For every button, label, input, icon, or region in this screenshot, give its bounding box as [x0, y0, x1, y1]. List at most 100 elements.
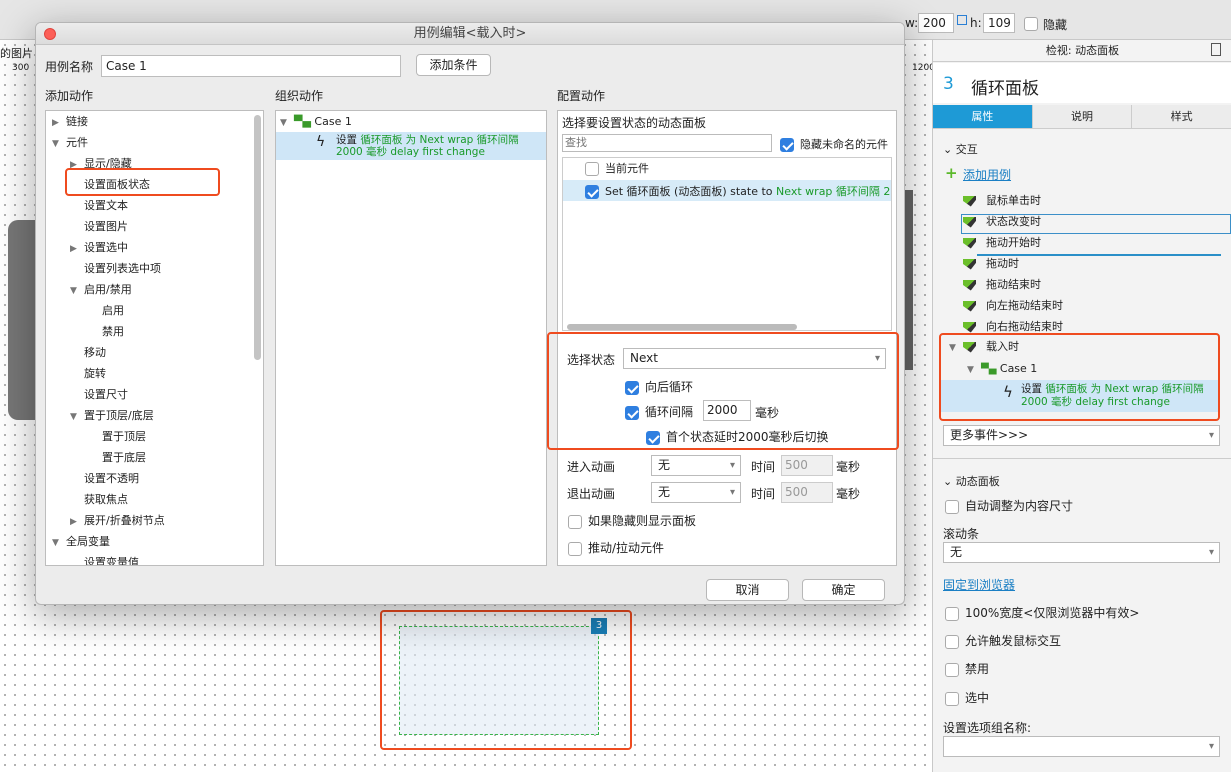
show-if-hidden-label: 如果隐藏则显示面板	[588, 514, 697, 528]
ok-button[interactable]: 确定	[802, 579, 885, 601]
cancel-button[interactable]: 取消	[706, 579, 789, 601]
tree-item[interactable]: 设置文本	[70, 195, 128, 216]
tree-item[interactable]: 移动	[70, 342, 106, 363]
event-item[interactable]: 拖动开始时	[963, 232, 1041, 253]
lightning-icon: ϟ	[1003, 383, 1013, 401]
canvas-image	[905, 190, 913, 370]
action-detail: 2000 毫秒 delay first change	[1021, 396, 1170, 408]
hidden-checkbox[interactable]	[1024, 16, 1038, 31]
selected-checkbox[interactable]	[945, 691, 959, 706]
widget-name[interactable]: 循环面板	[971, 74, 1039, 99]
disabled-checkbox[interactable]	[945, 662, 959, 677]
tab-0[interactable]: 属性	[933, 105, 1033, 128]
action-row[interactable]: ϟ 设置 循环面板 为 Next wrap 循环间隔 2000 毫秒 delay …	[941, 380, 1218, 412]
chevron-down-icon[interactable]: ▼	[70, 407, 84, 428]
event-onload[interactable]: 载入时	[986, 340, 1019, 353]
chevron-right-icon[interactable]: ▶	[70, 512, 84, 533]
scrollbar-select[interactable]: 无	[943, 542, 1220, 563]
case-label[interactable]: Case 1	[314, 115, 351, 128]
tree-item[interactable]: ▶ 展开/折叠树节点	[70, 510, 165, 531]
allow-mouse-checkbox[interactable]	[945, 634, 959, 649]
group-name-select[interactable]	[943, 736, 1220, 757]
case-label[interactable]: Case 1	[1000, 362, 1037, 375]
chevron-right-icon[interactable]: ▶	[70, 239, 84, 260]
tree-item[interactable]: 设置图片	[70, 216, 128, 237]
tree-item[interactable]: 设置不透明	[70, 468, 139, 489]
auto-fit-checkbox[interactable]	[945, 499, 959, 514]
width-input[interactable]: 200	[918, 13, 954, 33]
tree-item-label: 置于底层	[102, 451, 146, 464]
configure-header: 配置动作	[557, 89, 606, 103]
dialog-title: 用例编辑<载入时>	[36, 23, 904, 45]
case-editor-dialog: 用例编辑<载入时> 用例名称 Case 1 添加条件 添加动作 组织动作 配置动…	[35, 22, 905, 605]
enter-anim-select[interactable]: 无	[651, 455, 741, 476]
h-scrollbar[interactable]	[567, 324, 797, 330]
ms-label: 毫秒	[836, 487, 861, 501]
dynamic-panel-section: 动态面板	[955, 475, 1000, 488]
event-item[interactable]: 鼠标单击时	[963, 190, 1041, 211]
page-icon[interactable]	[1211, 43, 1221, 56]
panel-list-item[interactable]: Set 循环面板 (动态面板) state to Next wrap 循环间隔 …	[563, 180, 891, 201]
tree-item[interactable]: 置于顶层	[88, 426, 146, 447]
tree-item-label: 链接	[66, 115, 88, 128]
tree-item[interactable]: 获取焦点	[70, 489, 128, 510]
pin-browser-link[interactable]: 固定到浏览器	[943, 576, 1015, 593]
push-pull-checkbox[interactable]	[568, 541, 582, 556]
tree-item-label: 展开/折叠树节点	[84, 514, 165, 527]
page-label: 的图片	[0, 47, 33, 60]
tree-item[interactable]: ▼ 全局变量	[52, 531, 110, 552]
event-label: 拖动结束时	[986, 278, 1041, 291]
dynamic-panel-widget[interactable]	[399, 626, 599, 735]
tree-item[interactable]: ▼ 启用/禁用	[70, 279, 132, 300]
exit-time-input[interactable]: 500	[781, 482, 833, 503]
chevron-down-icon[interactable]: ▼	[52, 134, 66, 155]
exit-anim-select[interactable]: 无	[651, 482, 741, 503]
current-widget-checkbox[interactable]	[585, 162, 599, 176]
event-item[interactable]: 状态改变时	[963, 211, 1041, 232]
hidden-label: 隐藏	[1043, 18, 1068, 32]
tab-2[interactable]: 样式	[1132, 105, 1231, 128]
tree-item[interactable]: 设置变量值	[70, 552, 139, 566]
event-item[interactable]: 拖动结束时	[963, 274, 1041, 295]
chevron-down-icon[interactable]: ▼	[52, 533, 66, 554]
tree-item[interactable]: ▶ 链接	[52, 111, 88, 132]
add-case-link[interactable]: 添加用例	[963, 166, 1011, 183]
event-item[interactable]: 向左拖动结束时	[963, 295, 1063, 316]
chevron-right-icon[interactable]: ▶	[52, 113, 66, 134]
height-input[interactable]: 109	[983, 13, 1015, 33]
add-condition-button[interactable]: 添加条件	[416, 54, 491, 76]
tree-item-label: 设置变量值	[84, 556, 139, 566]
action-target: 循环面板 为 Next wrap 循环间隔	[360, 134, 519, 146]
case-name-input[interactable]: Case 1	[101, 55, 401, 77]
full-width-checkbox[interactable]	[945, 606, 959, 621]
tree-item-label: 获取焦点	[84, 493, 128, 506]
hide-unnamed-checkbox[interactable]	[780, 138, 794, 152]
search-input[interactable]	[562, 134, 772, 152]
event-icon	[963, 279, 976, 291]
h-label: h:	[970, 16, 982, 30]
more-events-select[interactable]: 更多事件>>>	[943, 425, 1220, 446]
tree-item[interactable]: ▶ 设置选中	[70, 237, 128, 258]
tree-item-label: 设置不透明	[84, 472, 139, 485]
tree-item[interactable]: 置于底层	[88, 447, 146, 468]
disabled-label: 禁用	[965, 662, 990, 676]
tree-item[interactable]: 启用	[88, 300, 124, 321]
tree-item-label: 全局变量	[66, 535, 110, 548]
tree-item[interactable]: ▼ 置于顶层/底层	[70, 405, 154, 426]
tree-item[interactable]: ▼ 元件	[52, 132, 88, 153]
action-row[interactable]: ϟ 设置 循环面板 为 Next wrap 循环间隔 2000 毫秒 delay …	[276, 132, 546, 160]
tab-1[interactable]: 说明	[1032, 105, 1133, 128]
tree-item[interactable]: 设置列表选中项	[70, 258, 161, 279]
tree-item[interactable]: 禁用	[88, 321, 124, 342]
tree-item[interactable]: 设置尺寸	[70, 384, 128, 405]
panel-checkbox[interactable]	[585, 185, 599, 199]
show-if-hidden-checkbox[interactable]	[568, 514, 582, 529]
close-icon[interactable]	[44, 28, 56, 40]
tree-item-label: 设置图片	[84, 220, 128, 233]
tree-item[interactable]: 旋转	[70, 363, 106, 384]
scrollbar[interactable]	[254, 115, 261, 360]
chevron-down-icon[interactable]: ▼	[70, 281, 84, 302]
lock-ratio-icon[interactable]	[957, 15, 967, 25]
enter-time-input[interactable]: 500	[781, 455, 833, 476]
event-item[interactable]: 拖动时	[963, 253, 1019, 274]
